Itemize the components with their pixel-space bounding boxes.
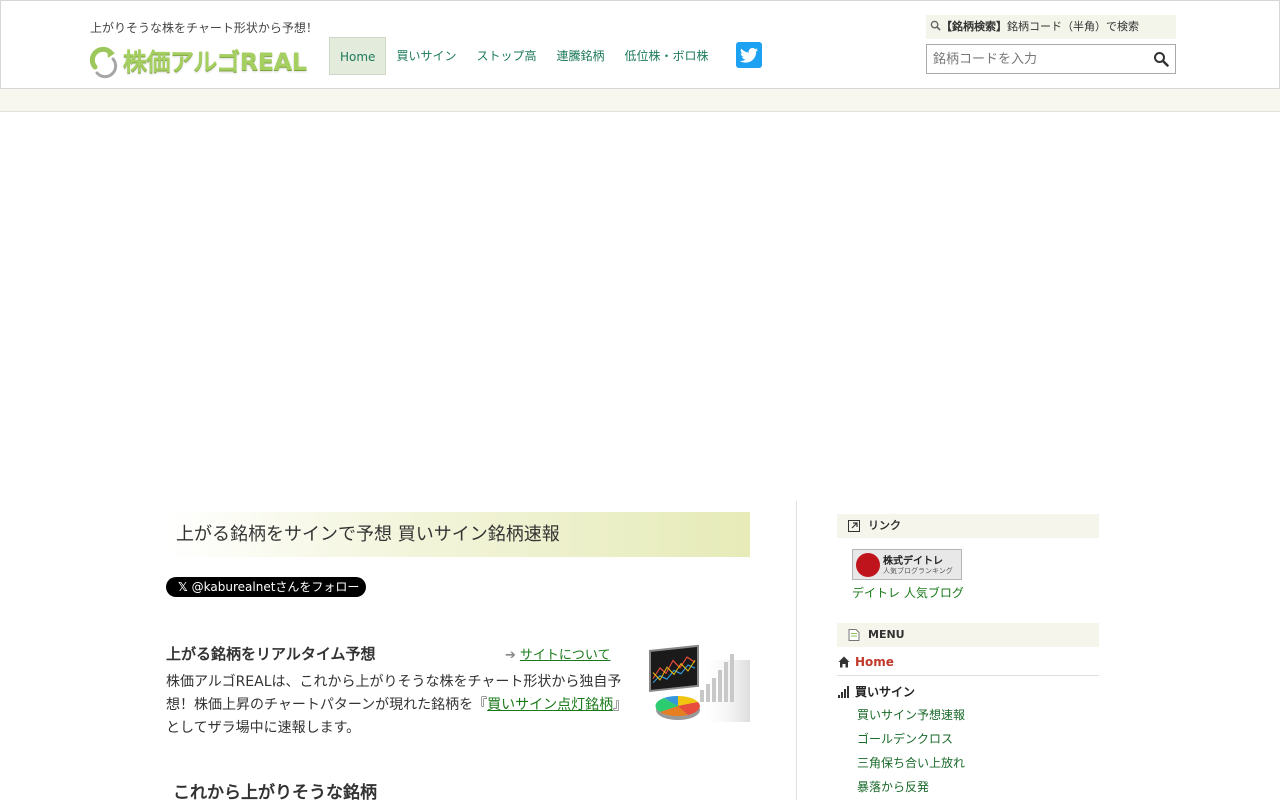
search-button-icon[interactable] xyxy=(1153,51,1169,67)
search-small-icon xyxy=(930,20,941,31)
sidebar-menu-heading: MENU xyxy=(837,623,1099,647)
daytrade-ranking-banner[interactable]: 株式デイトレ 人気ブログランキング xyxy=(852,549,962,580)
nav-consecutive-rise[interactable]: 連騰銘柄 xyxy=(546,37,614,75)
search-box xyxy=(926,44,1176,74)
twitter-bird-icon xyxy=(740,47,758,63)
nav-buy-sign[interactable]: 買いサイン xyxy=(386,37,466,75)
external-link-icon xyxy=(848,520,860,532)
menu-item-crash-rebound[interactable]: 暴落から反発 xyxy=(857,778,929,795)
main-nav: Home 買いサイン ストップ高 連騰銘柄 低位株・ボロ株 xyxy=(329,37,719,75)
header-subbar xyxy=(0,89,1280,112)
site-logo[interactable]: 株価アルゴREAL xyxy=(89,41,307,81)
search-label-bold: 【銘柄検索】 xyxy=(941,20,1007,33)
rising-stocks-heading: これから上がりそうな銘柄 xyxy=(173,783,377,803)
nav-stop-high[interactable]: ストップ高 xyxy=(466,37,546,75)
intro-text: 株価アルゴREALは、これから上がりそうな株をチャート形状から独自予想！株価上昇… xyxy=(166,671,628,740)
x-logo-icon: 𝕏 xyxy=(178,580,188,594)
section-title: 上がる銘柄をサインで予想 買いサイン銘柄速報 xyxy=(166,512,750,557)
site-header: 上がりそうな株をチャート形状から予想！ 株価アルゴREAL Home 買いサイン… xyxy=(0,0,1280,89)
about-site-link[interactable]: ➔ サイトについて xyxy=(505,644,611,663)
sidebar-links-heading: リンク xyxy=(837,514,1099,538)
about-link-label: サイトについて xyxy=(519,648,611,663)
home-icon xyxy=(838,656,850,668)
sidebar-menu-category-buy-sign: 買いサイン xyxy=(837,683,1099,701)
search-label: 【銘柄検索】銘柄コード（半角）で検索 xyxy=(926,15,1176,39)
site-tagline: 上がりそうな株をチャート形状から予想！ xyxy=(90,21,318,35)
buy-sign-stocks-link[interactable]: 買いサイン点灯銘柄 xyxy=(487,697,613,713)
nav-low-price-stocks[interactable]: 低位株・ボロ株 xyxy=(614,37,718,75)
chart-illustration xyxy=(649,644,750,722)
menu-category-label: 買いサイン xyxy=(855,685,916,699)
logo-text: 株価アルゴREAL xyxy=(123,48,307,76)
links-heading-label: リンク xyxy=(868,519,901,532)
menu-item-golden-cross[interactable]: ゴールデンクロス xyxy=(857,730,953,747)
document-icon xyxy=(848,629,860,641)
stock-code-search-input[interactable] xyxy=(927,45,1147,73)
menu-item-triangle-breakout[interactable]: 三角保ち合い上放れ xyxy=(857,754,965,771)
ranking-logo-icon xyxy=(856,553,880,577)
intro-heading: 上がる銘柄をリアルタイム予想 xyxy=(166,645,376,663)
follow-button-label: @kaburealnetさんをフォロー xyxy=(191,580,360,594)
sidebar-menu-home[interactable]: Home xyxy=(837,651,1099,676)
twitter-button[interactable] xyxy=(736,42,762,68)
search-label-rest: 銘柄コード（半角）で検索 xyxy=(1007,20,1139,33)
menu-heading-label: MENU xyxy=(868,628,905,641)
arrow-right-icon: ➔ xyxy=(505,648,516,663)
column-divider xyxy=(796,501,797,800)
menu-home-label: Home xyxy=(855,655,894,669)
nav-home[interactable]: Home xyxy=(329,37,387,75)
banner-subtitle: 人気ブログランキング xyxy=(883,567,953,575)
banner-title: 株式デイトレ xyxy=(883,556,943,567)
daytrade-blog-link[interactable]: デイトレ 人気ブログ xyxy=(852,584,964,601)
menu-item-buy-sign-forecast[interactable]: 買いサイン予想速報 xyxy=(857,706,965,723)
logo-arrow-icon xyxy=(89,46,118,79)
twitter-follow-button[interactable]: 𝕏 @kaburealnetさんをフォロー xyxy=(166,577,366,597)
signal-bars-icon xyxy=(838,686,849,698)
